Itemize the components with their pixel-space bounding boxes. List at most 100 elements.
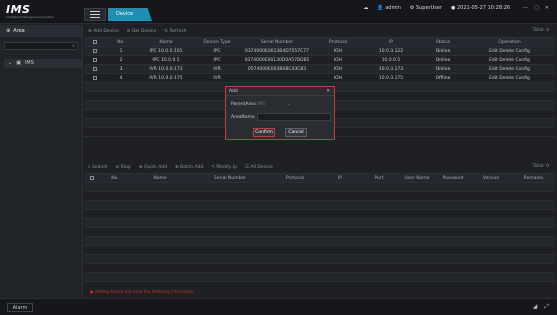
user-menu[interactable]: 👤 admin xyxy=(377,5,401,11)
col-protocol[interactable]: Protocol xyxy=(270,174,320,182)
cloud-icon[interactable]: ☁ xyxy=(363,5,368,11)
empty-row xyxy=(84,210,555,219)
stop-label: Stop xyxy=(120,164,131,170)
close-icon[interactable]: ✕ xyxy=(326,87,330,96)
quick-add-label: Quick Add xyxy=(144,164,167,170)
del-device-button[interactable]: ⊖ Del Device xyxy=(127,29,157,34)
cell-no: 4 xyxy=(119,76,123,81)
app-logo: IMS Intelligent Management System xyxy=(6,3,54,19)
col-protocol[interactable]: Protocol xyxy=(316,38,360,46)
cell-operation[interactable]: Edit Delete Config xyxy=(464,65,555,73)
batch-add-button[interactable]: ⊕ Batch Add xyxy=(175,165,203,170)
all-device-filter[interactable]: ☰ All Device xyxy=(245,165,273,170)
cell-type: IPC xyxy=(213,49,221,54)
tab-device[interactable]: Device xyxy=(108,8,152,21)
add-device-button[interactable]: ⊕ Add Device xyxy=(88,29,119,34)
row-checkbox[interactable] xyxy=(84,56,106,64)
chevron-down-icon[interactable]: ⌄ xyxy=(8,59,12,68)
col-remarks[interactable]: Remarks xyxy=(512,174,555,182)
minimize-icon[interactable]: — xyxy=(523,5,528,11)
table-row[interactable]: 2 IPC 10.0.0.5 IPC 0374000E00130D0A57BD8… xyxy=(84,56,555,65)
cell-operation[interactable]: Edit Delete Config xyxy=(464,74,555,82)
search-total: Total: 0 xyxy=(532,164,549,169)
cell-operation[interactable]: Edit Delete Config xyxy=(464,56,555,64)
role-name: SuperUser xyxy=(415,5,442,11)
col-username[interactable]: User Name xyxy=(398,174,436,182)
col-password[interactable]: Password xyxy=(436,174,470,182)
col-serial[interactable]: Serial Number xyxy=(190,174,270,182)
col-serial[interactable]: Serial Number xyxy=(238,38,316,46)
folder-icon: ▣ xyxy=(16,60,21,66)
area-name-input[interactable] xyxy=(257,113,331,121)
cell-type: IVR xyxy=(213,76,221,81)
cell-ip: 10.0.3.173 xyxy=(378,67,404,72)
search-icon[interactable]: ⌕ xyxy=(72,43,75,49)
area-name-label: AreaName xyxy=(231,114,255,120)
row-checkbox[interactable] xyxy=(84,65,106,73)
cell-status: Online xyxy=(435,58,451,63)
col-status[interactable]: Status xyxy=(422,38,464,46)
col-ip[interactable]: IP xyxy=(320,174,360,182)
role-menu[interactable]: ⚙ SuperUser xyxy=(410,5,442,11)
empty-row xyxy=(84,219,555,228)
select-all-checkbox[interactable] xyxy=(84,38,106,46)
col-ip[interactable]: IP xyxy=(360,38,422,46)
search-button[interactable]: ⌕ Search xyxy=(88,164,107,170)
cancel-button[interactable]: Cancel xyxy=(285,128,307,137)
cell-protocol: IOH xyxy=(333,58,343,63)
footer-note-text: Adding device will show the following in… xyxy=(94,289,195,294)
cell-name: IPC 10.0.0.5 xyxy=(152,58,180,63)
col-type[interactable]: Device Type xyxy=(196,38,238,46)
area-icon: ⊕ xyxy=(6,28,11,34)
area-name-row: AreaName xyxy=(226,112,334,122)
device-total: Total: 4 xyxy=(532,28,549,33)
col-name[interactable]: Name xyxy=(136,38,196,46)
row-checkbox[interactable] xyxy=(84,74,106,82)
cell-ip: 10.0.0.5 xyxy=(381,58,401,63)
cell-no: 2 xyxy=(119,58,123,63)
bell-icon[interactable]: ◢ xyxy=(533,303,538,311)
sidebar-header: ⊕ Area xyxy=(0,25,82,37)
table-row[interactable]: 4 IVR 10.0.0.175 IVR IOH 10.0.3.175 Offl… xyxy=(84,74,555,83)
col-no[interactable]: No. xyxy=(106,38,136,46)
chevron-down-icon[interactable]: ⌄ xyxy=(287,102,291,107)
refresh-button[interactable]: ↻ Refresh xyxy=(164,29,186,34)
fullscreen-icon[interactable]: ⤢ xyxy=(544,303,549,311)
main-panel: ⊕ Add Device ⊖ Del Device ↻ Refresh Tota… xyxy=(84,25,555,297)
alarm-button[interactable]: Alarm xyxy=(7,303,33,312)
cell-serial xyxy=(238,74,316,82)
cell-operation[interactable]: Edit Delete Config xyxy=(464,47,555,55)
menu-icon[interactable] xyxy=(84,8,106,21)
table-row[interactable]: 3 IVR 10.0.0.173 IVR 0574000E003B0BC43C8… xyxy=(84,65,555,74)
col-version[interactable]: Version xyxy=(470,174,512,182)
col-name[interactable]: Name xyxy=(130,174,190,182)
parent-area-label: ParentArea xyxy=(231,101,256,107)
select-all-checkbox[interactable] xyxy=(84,174,100,182)
col-port[interactable]: Port xyxy=(360,174,398,182)
tree-item-ims[interactable]: ⌄ ▣ IMS xyxy=(4,59,82,68)
table-row[interactable]: 1 IPC 10.0.0.101 IPC 0374000E0013B4D7557… xyxy=(84,47,555,56)
device-toolbar: ⊕ Add Device ⊖ Del Device ↻ Refresh Tota… xyxy=(84,25,555,37)
col-operation: Operation xyxy=(498,40,521,45)
area-search-input[interactable]: ⌕ xyxy=(4,42,78,50)
status-bar: Alarm ◢ ⤢ xyxy=(0,298,557,315)
search-table: No. Name Serial Number Protocol IP Port … xyxy=(84,173,555,282)
cell-name: IPC 10.0.0.101 xyxy=(149,49,183,54)
cell-status: Online xyxy=(435,49,451,54)
close-icon[interactable]: ✕ xyxy=(545,5,549,11)
dialog-title-text: Add xyxy=(229,89,238,94)
confirm-button[interactable]: Confirm xyxy=(253,128,275,137)
quick-add-button[interactable]: ⊕ Quick Add xyxy=(139,165,167,170)
empty-row xyxy=(84,201,555,210)
maximize-icon[interactable]: ▢ xyxy=(534,5,539,11)
tree-item-label: IMS xyxy=(24,60,34,66)
modify-ip-label: Modify Ip xyxy=(216,164,237,170)
modify-ip-button[interactable]: ✎ Modify Ip xyxy=(211,165,237,170)
stop-button[interactable]: ⊘ Stop xyxy=(115,165,130,170)
empty-row xyxy=(84,192,555,201)
row-checkbox[interactable] xyxy=(84,47,106,55)
cell-name: IVR 10.0.0.175 xyxy=(149,76,183,81)
datetime-text: 2021-05-27 10:28:26 xyxy=(456,5,511,11)
cell-protocol: IOH xyxy=(333,76,343,81)
col-no[interactable]: No. xyxy=(100,174,130,182)
